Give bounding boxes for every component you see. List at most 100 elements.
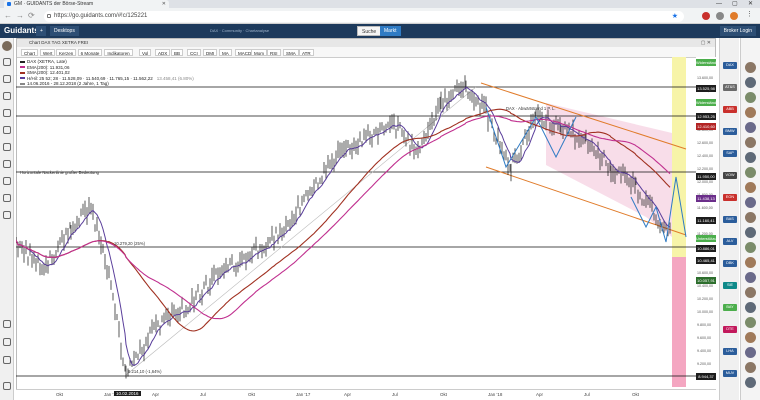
toolbar-button[interactable]: RSI <box>267 49 281 56</box>
settings-icon[interactable] <box>3 211 11 219</box>
toolbar-button[interactable]: DMI <box>203 49 218 56</box>
toolbar-button[interactable]: Vol <box>139 49 152 56</box>
legend-swatch <box>20 60 25 63</box>
grid-icon[interactable] <box>3 143 11 151</box>
watchlist-user-avatar[interactable] <box>745 92 756 103</box>
close-tab-icon[interactable]: ✕ <box>162 0 166 8</box>
watchlist-user-avatar[interactable] <box>745 347 756 358</box>
calendar-icon[interactable] <box>3 194 11 202</box>
instrument-logo[interactable]: DAX <box>723 62 737 69</box>
instrument-logo[interactable]: MUV <box>723 370 737 377</box>
toolbar-button[interactable]: CCI <box>187 49 201 56</box>
user-avatar[interactable] <box>2 41 12 51</box>
price-scale[interactable]: 13.800,0013.600,0013.400,0013.200,0013.0… <box>696 57 721 392</box>
watchlist-user-avatar[interactable] <box>745 182 756 193</box>
menu-icon[interactable]: ⋮ <box>746 11 754 19</box>
window-controls[interactable]: ▢ ✕ <box>701 39 711 47</box>
extension-icon[interactable] <box>716 12 724 20</box>
toolbar-button[interactable]: Kerzen <box>56 49 77 56</box>
watchlist-user-avatar[interactable] <box>745 302 756 313</box>
instrument-logo[interactable]: SAP <box>723 150 737 157</box>
watchlist-user-avatar[interactable] <box>745 287 756 298</box>
watchlist-user-avatar[interactable] <box>745 377 756 388</box>
watchlist-user-avatar[interactable] <box>745 227 756 238</box>
price-tick-label: 9.600,00 <box>697 336 711 340</box>
price-tick-label: 11.600,00 <box>697 206 713 210</box>
watchlist-user-avatar[interactable] <box>745 317 756 328</box>
desktops-button[interactable]: Desktops <box>50 26 79 36</box>
url-input[interactable]: https://go.guidants.com/#!c/125221 ★ <box>44 11 684 22</box>
time-tick-label: Apr <box>152 392 160 397</box>
watchlist-user-avatar[interactable] <box>745 332 756 343</box>
toolbar-button[interactable]: ATR <box>299 49 314 56</box>
news-icon[interactable] <box>3 177 11 185</box>
forward-button[interactable]: → <box>16 11 24 21</box>
profile-avatar[interactable] <box>730 12 738 20</box>
eye-icon[interactable] <box>3 109 11 117</box>
phone-icon[interactable] <box>3 356 11 364</box>
search-button[interactable]: Suche <box>357 26 382 36</box>
instrument-logo[interactable]: EON <box>723 194 737 201</box>
instrument-logo[interactable]: SIE <box>723 282 737 289</box>
low-annotation: 9.214,10 (-1,64%) <box>128 369 162 374</box>
toolbar-button[interactable]: ADX <box>155 49 171 56</box>
legend-swatch <box>20 77 25 80</box>
toolbar-button[interactable]: Chart <box>21 49 39 56</box>
browser-tab[interactable]: GM · GUIDANTS der Börse-Stream ✕ <box>4 0 169 8</box>
price-tick-label: 12.400,00 <box>697 154 713 158</box>
chart-legend: DAX (XETRA, Late) EMA(200): 11.931,06 SM… <box>20 59 194 87</box>
watchlist-user-avatar[interactable] <box>745 242 756 253</box>
close-window-button[interactable]: ✕ <box>748 0 753 8</box>
watchlist-user-avatar[interactable] <box>745 167 756 178</box>
watchlist-user-avatar[interactable] <box>745 77 756 88</box>
toolbar-button[interactable]: Wert <box>40 49 56 56</box>
watchlist-user-avatar[interactable] <box>745 362 756 373</box>
bell-icon[interactable] <box>3 92 11 100</box>
instrument-logo[interactable]: DBK <box>723 260 737 267</box>
toolbar-button[interactable]: Indikatoren <box>104 49 133 56</box>
reload-button[interactable]: ⟳ <box>28 11 35 21</box>
extension-icon[interactable] <box>702 12 710 20</box>
time-tick-label: Okt <box>248 392 256 397</box>
toolbar-button[interactable]: MA <box>219 49 232 56</box>
minimize-window-button[interactable]: — <box>716 0 722 8</box>
back-button[interactable]: ← <box>4 11 12 21</box>
instrument-logo[interactable]: DTE <box>723 326 737 333</box>
instrument-logo[interactable]: AT&S <box>723 84 737 91</box>
toolbar-button[interactable]: 6 Monate <box>77 49 103 56</box>
watchlist-user-avatar[interactable] <box>745 212 756 223</box>
watchlist-user-avatar[interactable] <box>745 137 756 148</box>
help-icon[interactable] <box>3 320 11 328</box>
watchlist-user-avatar[interactable] <box>745 107 756 118</box>
instrument-logo[interactable]: BMW <box>723 128 737 135</box>
toolbar-button[interactable]: BB <box>171 49 184 56</box>
watchlist-user-avatar[interactable] <box>745 152 756 163</box>
instrument-logo[interactable]: BAS <box>723 216 737 223</box>
bookmark-star-icon[interactable]: ★ <box>672 11 678 22</box>
toolbar-button[interactable]: SMA <box>283 49 299 56</box>
chart-icon[interactable] <box>3 160 11 168</box>
time-axis[interactable]: Okt Jan '16 Apr Jul Okt Jan '17 Apr Jul Okt Jan '… <box>16 389 716 400</box>
instrument-logo[interactable]: ABB <box>723 106 737 113</box>
watchlist-user-avatar[interactable] <box>745 257 756 268</box>
list-icon[interactable] <box>3 126 11 134</box>
instrument-logo[interactable]: ALV <box>723 238 737 245</box>
add-desktop-button[interactable]: + <box>36 26 46 36</box>
broker-login-button[interactable]: Broker Login <box>719 26 756 36</box>
maximize-window-button[interactable]: ▢ <box>732 0 738 8</box>
chart-window-titlebar[interactable]: Chart DAX TAG XETRA FREI ▢ ✕ <box>17 39 715 47</box>
instrument-logo[interactable]: BAY <box>723 304 737 311</box>
info-icon[interactable] <box>3 338 11 346</box>
instrument-logo[interactable]: VOW <box>723 172 737 179</box>
toolbar-button[interactable]: Mom <box>251 49 267 56</box>
theme-toggle-icon[interactable] <box>3 382 11 390</box>
watchlist-user-avatar[interactable] <box>745 272 756 283</box>
watchlist-user-avatar[interactable] <box>745 62 756 73</box>
watchlist-user-avatar[interactable] <box>745 122 756 133</box>
instrument-logo[interactable]: LHA <box>723 348 737 355</box>
watchlist-user-avatar[interactable] <box>745 197 756 208</box>
user-icon[interactable] <box>3 75 11 83</box>
chat-icon[interactable] <box>3 58 11 66</box>
price-chart[interactable]: Horizontale Nackenlinie großer Bedeutung… <box>16 57 696 387</box>
market-button[interactable]: Markt <box>380 26 401 36</box>
